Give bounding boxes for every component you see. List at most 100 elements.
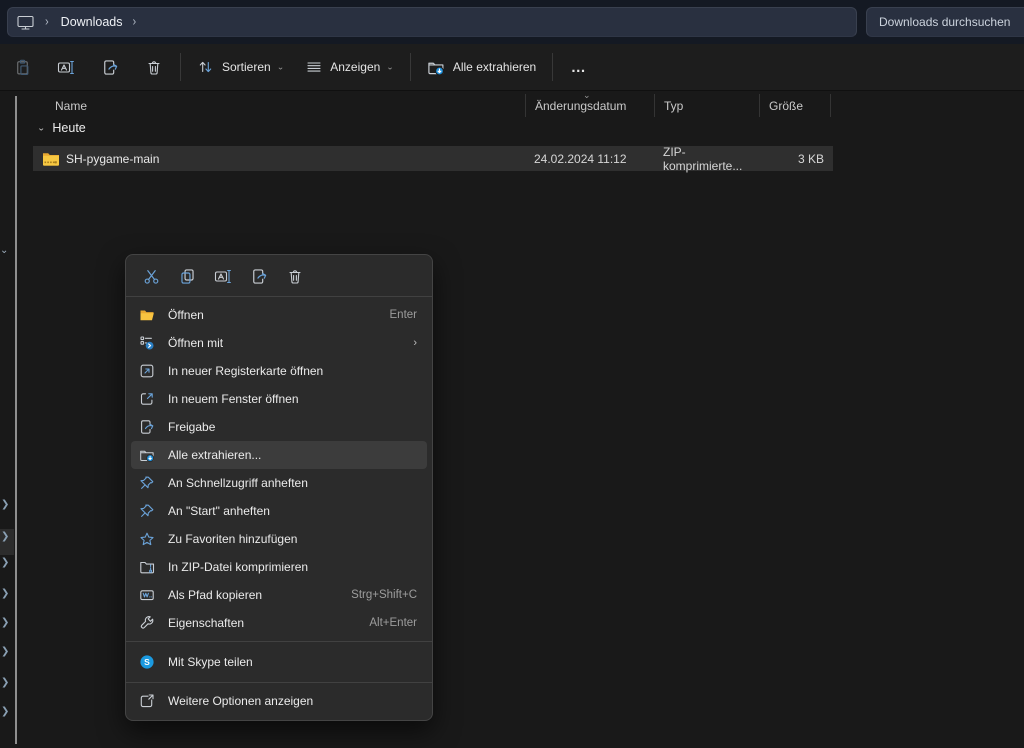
group-collapse-chevron-icon[interactable]: ⌄ xyxy=(37,123,45,132)
group-label: Heute xyxy=(52,121,85,135)
nav-tree-chevron-icon[interactable]: ❯ xyxy=(1,677,9,688)
zip-compress-icon xyxy=(139,559,155,575)
nav-pane-scrollbar[interactable] xyxy=(15,96,17,744)
nav-tree-chevron-icon[interactable]: ❯ xyxy=(1,499,9,510)
rename-icon xyxy=(57,59,75,76)
share-button[interactable] xyxy=(245,262,273,290)
open-in-window-icon xyxy=(139,391,155,407)
rename-button[interactable] xyxy=(48,50,84,84)
svg-text:S: S xyxy=(144,657,150,667)
view-button[interactable]: Anzeigen ⌄ xyxy=(298,50,402,84)
menu-item-in-neuer-registerkarte[interactable]: In neuer Registerkarte öffnen xyxy=(131,357,427,385)
copy-button[interactable] xyxy=(173,262,201,290)
star-icon xyxy=(139,531,155,547)
paste-button[interactable] xyxy=(4,50,40,84)
menu-item-an-start-anheften[interactable]: An "Start" anheften xyxy=(131,497,427,525)
skype-icon: S xyxy=(139,654,155,670)
nav-tree-expanded-chevron-icon[interactable]: ⌄ xyxy=(0,245,8,256)
menu-item-zu-favoriten-hinzufuegen[interactable]: Zu Favoriten hinzufügen xyxy=(131,525,427,553)
share-icon xyxy=(251,268,268,285)
shortcut: Enter xyxy=(390,309,418,321)
menu-item-oeffnen-mit[interactable]: Öffnen mit › xyxy=(131,329,427,357)
toolbar-divider xyxy=(410,53,411,81)
open-in-tab-icon xyxy=(139,363,155,379)
pin-icon xyxy=(139,503,155,519)
view-icon xyxy=(306,60,322,74)
menu-item-in-neuem-fenster[interactable]: In neuem Fenster öffnen xyxy=(131,385,427,413)
view-label: Anzeigen xyxy=(330,60,380,74)
menu-item-freigabe[interactable]: Freigabe xyxy=(131,413,427,441)
menu-separator xyxy=(126,641,432,642)
toolbar-divider xyxy=(552,53,553,81)
share-icon xyxy=(139,419,155,435)
menu-item-mit-skype-teilen[interactable]: S Mit Skype teilen xyxy=(131,646,427,678)
search-placeholder: Downloads durchsuchen xyxy=(879,15,1010,29)
column-header-size[interactable]: Größe xyxy=(759,94,831,117)
share-icon xyxy=(102,59,119,76)
sort-direction-icon: ⌄ xyxy=(583,90,591,101)
see-more-icon: … xyxy=(571,59,588,76)
breadcrumb-chevron-icon: › xyxy=(35,15,61,29)
breadcrumb-downloads[interactable]: Downloads xyxy=(61,15,123,29)
menu-item-oeffnen[interactable]: Öffnen Enter xyxy=(131,301,427,329)
sort-icon xyxy=(197,59,214,75)
column-header-row: Name Änderungsdatum Typ Größe ⌄ xyxy=(33,94,833,117)
pin-icon xyxy=(139,475,155,491)
breadcrumb-chevron-icon[interactable]: › xyxy=(123,15,149,29)
extract-all-label: Alle extrahieren xyxy=(453,60,536,74)
copy-icon xyxy=(179,268,196,285)
column-header-type[interactable]: Typ xyxy=(654,94,759,117)
file-name: SH-pygame-main xyxy=(66,152,159,166)
shortcut: Strg+Shift+C xyxy=(351,589,417,601)
extract-all-icon xyxy=(427,59,445,76)
file-date: 24.02.2024 11:12 xyxy=(525,152,654,166)
file-row-sh-pygame-main[interactable]: SH-pygame-main 24.02.2024 11:12 ZIP-komp… xyxy=(33,146,833,171)
nav-tree-chevron-icon[interactable]: ❯ xyxy=(1,706,9,717)
delete-icon xyxy=(287,268,303,285)
folder-open-icon xyxy=(139,307,155,323)
nav-tree-chevron-icon[interactable]: ❯ xyxy=(1,531,9,542)
paste-icon xyxy=(14,59,31,76)
properties-wrench-icon xyxy=(139,615,155,631)
menu-item-an-schnellzugriff-anheften[interactable]: An Schnellzugriff anheften xyxy=(131,469,427,497)
this-pc-monitor-icon[interactable] xyxy=(16,14,35,31)
menu-item-in-zip-datei-komprimieren[interactable]: In ZIP-Datei komprimieren xyxy=(131,553,427,581)
delete-button[interactable] xyxy=(136,50,172,84)
address-bar[interactable]: › Downloads › xyxy=(7,7,857,37)
cut-icon xyxy=(143,268,160,285)
context-menu: Öffnen Enter Öffnen mit › xyxy=(125,254,433,721)
menu-item-eigenschaften[interactable]: Eigenschaften Alt+Enter xyxy=(131,609,427,637)
share-button[interactable] xyxy=(92,50,128,84)
chevron-down-icon: ⌄ xyxy=(277,62,285,72)
menu-item-alle-extrahieren[interactable]: Alle extrahieren... xyxy=(131,441,427,469)
cut-button[interactable] xyxy=(137,262,165,290)
zip-folder-icon xyxy=(42,151,60,166)
extract-all-button[interactable]: Alle extrahieren xyxy=(419,50,544,84)
shortcut: Alt+Enter xyxy=(369,617,417,629)
see-more-button[interactable]: … xyxy=(561,50,597,84)
nav-tree-chevron-icon[interactable]: ❯ xyxy=(1,557,9,568)
menu-separator xyxy=(126,296,432,297)
file-size: 3 KB xyxy=(759,152,831,166)
context-menu-quick-actions xyxy=(126,260,432,292)
nav-tree-chevron-icon[interactable]: ❯ xyxy=(1,617,9,628)
rename-button[interactable] xyxy=(209,262,237,290)
chevron-down-icon: ⌄ xyxy=(386,62,394,72)
group-header-heute[interactable]: ⌄ Heute xyxy=(37,121,86,135)
rename-icon xyxy=(214,268,232,285)
search-input[interactable]: Downloads durchsuchen xyxy=(866,7,1024,37)
extract-all-icon xyxy=(139,447,155,463)
sort-button[interactable]: Sortieren ⌄ xyxy=(189,50,292,84)
toolbar-divider xyxy=(180,53,181,81)
more-options-icon xyxy=(139,693,155,709)
file-list-area: ⌄ ❯ ❯ ❯ ❯ ❯ ❯ ❯ ❯ Name Änderungsdatum Ty… xyxy=(0,91,1024,748)
menu-item-weitere-optionen-anzeigen[interactable]: Weitere Optionen anzeigen xyxy=(131,687,427,715)
nav-tree-chevron-icon[interactable]: ❯ xyxy=(1,588,9,599)
menu-item-als-pfad-kopieren[interactable]: Als Pfad kopieren Strg+Shift+C xyxy=(131,581,427,609)
nav-tree-chevron-icon[interactable]: ❯ xyxy=(1,646,9,657)
delete-button[interactable] xyxy=(281,262,309,290)
command-bar: Sortieren ⌄ Anzeigen ⌄ Alle extrahieren … xyxy=(0,44,1024,91)
title-bar: › Downloads › Downloads durchsuchen xyxy=(0,0,1024,44)
open-with-icon xyxy=(139,335,155,351)
column-header-name[interactable]: Name xyxy=(33,94,525,117)
